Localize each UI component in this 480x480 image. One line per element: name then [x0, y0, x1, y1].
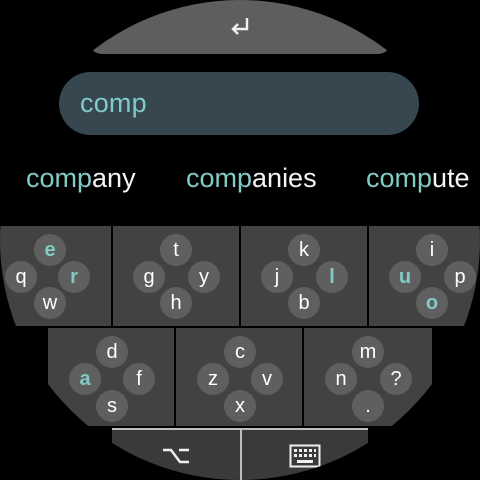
key-j[interactable]: j	[261, 261, 293, 293]
key-p[interactable]: p	[444, 261, 476, 293]
suggestion-2[interactable]: companies	[186, 163, 317, 194]
key-o[interactable]: o	[416, 287, 448, 319]
key-cluster-tgyh[interactable]: t g y h	[113, 226, 239, 326]
key-question[interactable]: ?	[380, 363, 412, 395]
enter-button[interactable]	[88, 0, 392, 54]
key-q[interactable]: q	[5, 261, 37, 293]
keyboard-toggle-button[interactable]	[242, 432, 368, 480]
keyboard-icon	[289, 444, 321, 468]
suggestion-1[interactable]: company	[26, 163, 136, 194]
key-u[interactable]: u	[389, 261, 421, 293]
key-g[interactable]: g	[133, 261, 165, 293]
suggestion-rest: any	[92, 163, 136, 193]
key-v[interactable]: v	[251, 363, 283, 395]
key-m[interactable]: m	[352, 336, 384, 368]
key-t[interactable]: t	[160, 234, 192, 266]
key-i[interactable]: i	[416, 234, 448, 266]
suggestion-3[interactable]: compute	[366, 163, 470, 194]
key-b[interactable]: b	[288, 287, 320, 319]
key-k[interactable]: k	[288, 234, 320, 266]
key-a[interactable]: a	[69, 363, 101, 395]
watch-screen: comp company companies compute e q r w t…	[0, 0, 480, 480]
key-cluster-eqrw[interactable]: e q r w	[0, 226, 111, 326]
option-key-icon	[163, 448, 189, 464]
symbols-button[interactable]	[112, 432, 240, 480]
suggestion-typed: comp	[26, 163, 93, 193]
suggestion-rest: anies	[252, 163, 317, 193]
suggestion-typed: comp	[366, 163, 433, 193]
key-cluster-kjlb[interactable]: k j l b	[241, 226, 367, 326]
key-cluster-czvx[interactable]: c z v x	[176, 328, 302, 426]
key-cluster-dafs[interactable]: d a f s	[48, 328, 174, 426]
key-n[interactable]: n	[325, 363, 357, 395]
key-r[interactable]: r	[58, 261, 90, 293]
key-h[interactable]: h	[160, 287, 192, 319]
key-w[interactable]: w	[34, 287, 66, 319]
key-s[interactable]: s	[96, 390, 128, 422]
key-cluster-iupo[interactable]: i u p o	[369, 226, 480, 326]
key-cluster-mn-punct[interactable]: m n ? .	[304, 328, 432, 426]
key-d[interactable]: d	[96, 336, 128, 368]
key-c[interactable]: c	[224, 336, 256, 368]
input-text: comp	[80, 88, 147, 118]
key-l[interactable]: l	[316, 261, 348, 293]
key-y[interactable]: y	[188, 261, 220, 293]
suggestion-typed: comp	[186, 163, 253, 193]
enter-icon	[231, 18, 249, 35]
suggestion-rest: ute	[432, 163, 470, 193]
key-e[interactable]: e	[34, 234, 66, 266]
key-period[interactable]: .	[352, 390, 384, 422]
key-x[interactable]: x	[224, 390, 256, 422]
key-z[interactable]: z	[197, 363, 229, 395]
key-f[interactable]: f	[123, 363, 155, 395]
